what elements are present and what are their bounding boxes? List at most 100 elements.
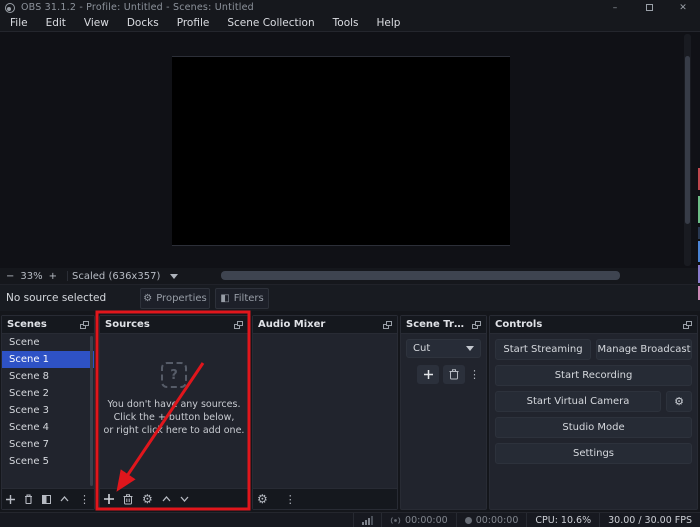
- scenes-toolbar: ⋮: [2, 488, 94, 509]
- source-status-label: No source selected: [6, 292, 106, 304]
- remove-transition-button[interactable]: [443, 365, 465, 384]
- vertical-scrollbar-thumb[interactable]: [685, 56, 690, 224]
- move-source-down-button[interactable]: [180, 496, 189, 502]
- scene-item[interactable]: Scene 4: [2, 419, 94, 436]
- move-scene-up-button[interactable]: [60, 496, 69, 502]
- scenes-panel-title: Scenes: [7, 319, 77, 330]
- record-dot-icon: [465, 517, 472, 524]
- status-bar: 00:00:00 00:00:00 CPU: 10.6% 30.00 / 30.…: [0, 512, 700, 527]
- scene-item-selected[interactable]: Scene 1: [2, 351, 94, 368]
- sources-toolbar: ⚙: [100, 488, 248, 509]
- audio-mixer-more-icon[interactable]: ⋮: [285, 494, 296, 505]
- preview-vertical-scrollbar[interactable]: [684, 34, 691, 266]
- scene-item[interactable]: Scene: [2, 334, 94, 351]
- question-box-icon: ?: [161, 362, 187, 388]
- remove-source-button[interactable]: [123, 494, 133, 505]
- preview-zoom-bar: − 33% + Scaled (636x357): [0, 268, 700, 284]
- transition-select[interactable]: Cut: [406, 339, 481, 358]
- popout-icon[interactable]: [234, 321, 243, 329]
- popout-icon[interactable]: [683, 321, 692, 329]
- studio-mode-button[interactable]: Studio Mode: [495, 417, 692, 438]
- scene-item[interactable]: Scene 3: [2, 402, 94, 419]
- signal-bars-icon: [362, 516, 373, 525]
- audio-mixer-panel: Audio Mixer ⚙ ⋮: [252, 315, 398, 510]
- scenes-list: Scene Scene 1 Scene 8 Scene 2 Scene 3 Sc…: [2, 334, 94, 488]
- dock-area: Scenes Scene Scene 1 Scene 8 Scene 2 Sce…: [0, 311, 700, 512]
- record-time: 00:00:00: [476, 515, 519, 526]
- advanced-audio-gears-icon[interactable]: ⚙: [257, 492, 268, 506]
- stream-timer: 00:00:00: [381, 513, 456, 527]
- fps-counter: 30.00 / 30.00 FPS: [599, 513, 700, 527]
- scene-transitions-title: Scene Transi...: [406, 319, 469, 330]
- transitions-more-icon[interactable]: ⋮: [469, 369, 480, 380]
- add-scene-button[interactable]: [6, 495, 15, 504]
- source-toolbar: No source selected ⚙ Properties ◧ Filter…: [0, 284, 700, 311]
- chevron-down-icon: [466, 346, 474, 351]
- filters-button[interactable]: ◧ Filters: [215, 288, 269, 309]
- scene-item[interactable]: Scene 8: [2, 368, 94, 385]
- menu-view[interactable]: View: [75, 15, 118, 31]
- sources-panel: Sources ? You don't have any sources. Cl…: [99, 315, 249, 510]
- preview-canvas[interactable]: [172, 56, 510, 246]
- controls-header[interactable]: Controls: [490, 316, 697, 334]
- maximize-button[interactable]: [632, 0, 666, 15]
- scale-label: Scaled (636x357): [72, 271, 160, 282]
- menu-docks[interactable]: Docks: [118, 15, 168, 31]
- audio-mixer-header[interactable]: Audio Mixer: [253, 316, 397, 334]
- manage-broadcast-button[interactable]: Manage Broadcast: [596, 339, 692, 360]
- source-properties-gear-icon[interactable]: ⚙: [142, 492, 153, 506]
- remove-scene-button[interactable]: [24, 494, 33, 504]
- menu-help[interactable]: Help: [368, 15, 410, 31]
- popout-icon[interactable]: [80, 321, 89, 329]
- scene-transitions-body: Cut ⋮: [401, 334, 486, 509]
- sources-empty-text: or right click here to add one.: [100, 424, 248, 437]
- zoom-out-button[interactable]: −: [0, 271, 20, 282]
- zoom-in-button[interactable]: +: [43, 271, 63, 282]
- start-virtual-camera-button[interactable]: Start Virtual Camera: [495, 391, 661, 412]
- obs-logo-icon: [5, 3, 15, 13]
- popout-icon[interactable]: [383, 321, 392, 329]
- scenes-more-icon[interactable]: ⋮: [79, 494, 90, 505]
- obs-window: OBS 31.1.2 - Profile: Untitled - Scenes:…: [0, 0, 700, 527]
- sources-panel-header[interactable]: Sources: [100, 316, 248, 334]
- add-source-button[interactable]: [104, 494, 114, 504]
- popout-icon[interactable]: [472, 321, 481, 329]
- start-recording-button[interactable]: Start Recording: [495, 365, 692, 386]
- scenes-panel: Scenes Scene Scene 1 Scene 8 Scene 2 Sce…: [1, 315, 95, 510]
- menu-bar: File Edit View Docks Profile Scene Colle…: [0, 15, 700, 32]
- add-transition-button[interactable]: [417, 365, 439, 384]
- controls-panel: Controls Start Streaming Manage Broadcas…: [489, 315, 698, 510]
- horizontal-scrollbar-thumb[interactable]: [221, 271, 620, 280]
- record-timer: 00:00:00: [456, 513, 527, 527]
- menu-profile[interactable]: Profile: [168, 15, 219, 31]
- properties-label: Properties: [156, 293, 207, 304]
- menu-file[interactable]: File: [1, 15, 37, 31]
- divider: [67, 271, 68, 281]
- scene-filters-button[interactable]: [42, 495, 51, 504]
- audio-mixer-body: [253, 334, 397, 488]
- scene-item[interactable]: Scene 5: [2, 453, 94, 470]
- chevron-down-icon[interactable]: [170, 274, 178, 279]
- menu-edit[interactable]: Edit: [37, 15, 75, 31]
- sources-empty-area[interactable]: ? You don't have any sources. Click the …: [100, 334, 248, 488]
- audio-mixer-toolbar: ⚙ ⋮: [253, 488, 397, 509]
- scenes-panel-header[interactable]: Scenes: [2, 316, 94, 334]
- settings-button[interactable]: Settings: [495, 443, 692, 464]
- audio-mixer-title: Audio Mixer: [258, 319, 380, 330]
- scene-item[interactable]: Scene 2: [2, 385, 94, 402]
- move-source-up-button[interactable]: [162, 496, 171, 502]
- scenes-scrollbar[interactable]: [90, 336, 93, 486]
- preview-viewport: [0, 32, 700, 268]
- start-streaming-button[interactable]: Start Streaming: [495, 339, 591, 360]
- menu-tools[interactable]: Tools: [324, 15, 368, 31]
- scene-item[interactable]: Scene 7: [2, 436, 94, 453]
- minimize-button[interactable]: –: [598, 0, 632, 15]
- gear-icon: ⚙: [143, 293, 152, 304]
- virtual-camera-config-button[interactable]: ⚙: [666, 391, 692, 412]
- sources-empty-text: Click the + button below,: [100, 411, 248, 424]
- scene-transitions-header[interactable]: Scene Transi...: [401, 316, 486, 334]
- properties-button[interactable]: ⚙ Properties: [140, 288, 210, 309]
- menu-scene-collection[interactable]: Scene Collection: [218, 15, 323, 31]
- stream-icon: [390, 516, 401, 525]
- close-button[interactable]: ✕: [666, 0, 700, 15]
